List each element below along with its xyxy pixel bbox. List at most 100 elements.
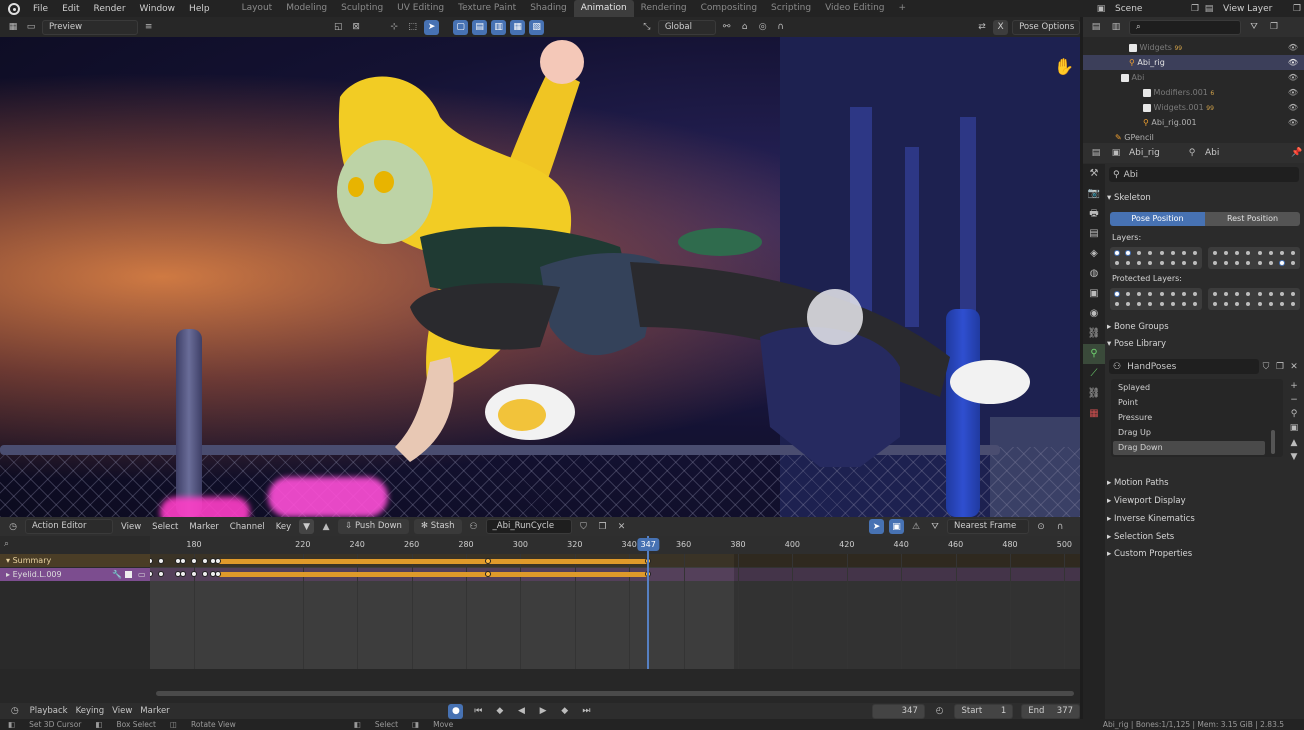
menu-render[interactable]: Render [87,4,133,14]
keyframe[interactable] [484,558,491,564]
workspace-tab[interactable]: Rendering [634,0,694,17]
remove-pose-icon[interactable]: − [1287,393,1301,407]
menu-view[interactable]: View [118,522,144,532]
stash-button[interactable]: ✻ Stash [413,519,462,534]
workspace-tab[interactable]: Scripting [764,0,818,17]
keyframe[interactable] [158,571,165,577]
outliner-row-widgets-001[interactable]: Widgets.001 99 👁 [1083,100,1304,115]
hand-pan-icon[interactable]: ✋ [1054,57,1074,77]
select-invert-icon[interactable]: ▦ [510,19,526,35]
exclude-checkbox[interactable] [1143,88,1151,97]
outliner-row-abi-rig[interactable]: ⚲ Abi_rig 👁 [1083,55,1304,70]
outliner-row-modifiers[interactable]: Modifiers.001 6 👁 [1083,85,1304,100]
menu-select[interactable]: Select [149,522,181,532]
pose-list-scrollbar[interactable] [1271,430,1275,454]
select-tool-icon[interactable]: ⬚ [405,20,420,35]
mirror-x-toggle[interactable]: X [993,19,1009,35]
proportional-icon[interactable]: ⊙ [1034,520,1048,534]
move-down-icon[interactable]: ▼ [1287,450,1301,464]
object-tab-icon[interactable]: ▣ [1083,284,1105,304]
physics-tab-icon[interactable]: ◉ [1083,304,1105,324]
orientation-dropdown[interactable]: Global [657,19,716,35]
outliner-row-abi-rig-001[interactable]: ⚲ Abi_rig.001 👁 [1083,115,1304,130]
clock-icon[interactable]: ◴ [933,704,947,718]
sanitize-icon[interactable]: ▣ [1287,421,1301,435]
pin-icon[interactable]: 📌 [1290,146,1304,160]
snap-mode-dropdown[interactable]: Nearest Frame [947,519,1029,534]
view-layer-name[interactable]: View Layer [1216,4,1290,14]
render-tab-icon[interactable]: 📷 [1083,184,1105,204]
eye-icon[interactable]: 👁 [1288,40,1298,55]
outliner-row-abi[interactable]: Abi 👁 [1083,70,1304,85]
play-reverse-icon[interactable]: ◀ [515,704,529,718]
view-icon[interactable]: ▭ [24,20,38,34]
menu-help[interactable]: Help [182,4,217,14]
constraints-tab-icon[interactable]: ⛓ [1083,324,1105,344]
menu-marker[interactable]: Marker [140,706,169,716]
falloff-icon[interactable]: ∩ [774,20,788,34]
protected-layers-left[interactable] [1110,288,1202,310]
tool-tab-icon[interactable]: ⚒ [1083,164,1105,184]
keyframe[interactable] [158,558,165,564]
mirror-icon[interactable]: ⇄ [975,20,989,34]
new-collection-icon[interactable]: ❐ [1267,20,1281,34]
select-box-icon[interactable]: ▢ [453,19,469,35]
show-hidden-icon[interactable]: ▣ [889,519,904,534]
keyframe[interactable] [191,571,197,577]
editor-type-icon[interactable]: ◷ [6,520,20,534]
filter-icon[interactable]: ⛛ [928,520,942,534]
pose-list-item[interactable]: Splayed [1113,381,1265,395]
link-icon[interactable]: ⚯ [720,20,734,34]
fake-user-icon[interactable]: ⛉ [577,520,591,534]
snap-icon[interactable]: ⌂ [738,20,752,34]
bone-tab-icon[interactable]: ⟋ [1083,364,1105,384]
pose-list-item[interactable]: Point [1113,396,1265,410]
menu-playback[interactable]: Playback [30,706,68,716]
viewport-display-panel-header[interactable]: ▸ Viewport Display [1107,496,1186,506]
select-extend-icon[interactable]: ▤ [472,19,488,35]
blender-logo-icon[interactable] [8,2,20,15]
warning-icon[interactable]: ⚠ [909,520,923,534]
filter-up-icon[interactable]: ▲ [319,520,333,534]
pose-library-panel-header[interactable]: ▾ Pose Library [1107,339,1166,349]
filter-icon[interactable]: ⛛ [1247,20,1261,34]
workspace-tab[interactable]: Compositing [694,0,764,17]
action-name-field[interactable]: _Abi_RunCycle [485,519,572,534]
menu-keying[interactable]: Keying [76,706,105,716]
scene-name[interactable]: Scene [1108,4,1188,14]
menu-key[interactable]: Key [273,522,294,532]
hamburger-menu-icon[interactable]: ≡ [142,20,156,34]
view-layer-tab-icon[interactable]: ▤ [1083,224,1105,244]
jump-start-icon[interactable]: ⏮ [471,704,485,718]
exclude-checkbox[interactable] [1129,43,1137,52]
eye-icon[interactable]: 👁 [1288,100,1298,115]
keyframe[interactable] [201,558,208,564]
menu-window[interactable]: Window [133,4,183,14]
jump-end-icon[interactable]: ⏭ [580,704,594,718]
skeleton-panel-header[interactable]: ▾ Skeleton [1107,193,1151,203]
eye-icon[interactable]: 👁 [1288,70,1298,85]
close-icon[interactable]: ✕ [615,520,629,534]
editor-type-icon[interactable]: ◷ [8,704,22,718]
protected-layers-right[interactable] [1208,288,1300,310]
wrench-icon[interactable]: 🔧 [112,568,122,581]
inverse-kinematics-panel-header[interactable]: ▸ Inverse Kinematics [1107,514,1195,524]
select-intersect-icon[interactable]: ▧ [529,19,545,35]
3d-viewport[interactable]: ✋ [0,37,1080,517]
workspace-tab-animation[interactable]: Animation [573,0,634,17]
outliner-row-widgets[interactable]: Widgets 99 👁 [1083,40,1304,55]
keyframe[interactable] [215,558,222,564]
search-icon[interactable]: ⌕ [4,539,9,549]
copy-icon[interactable]: ❐ [1188,2,1202,16]
workspace-tab[interactable]: UV Editing [390,0,451,17]
move-up-icon[interactable]: ▲ [1287,436,1301,450]
scene-tab-icon[interactable]: ◈ [1083,244,1105,264]
exclude-checkbox[interactable] [1143,103,1151,112]
bone-groups-panel-header[interactable]: ▸ Bone Groups [1107,322,1169,332]
pose-list-item[interactable]: Pressure [1113,411,1265,425]
apply-pose-icon[interactable]: ⚲ [1287,407,1301,421]
output-tab-icon[interactable]: 🖶 [1083,204,1105,224]
bone-constraint-tab-icon[interactable]: ⛓ [1083,384,1105,404]
copy-icon[interactable]: ❐ [1273,360,1287,374]
pose-position-button[interactable]: Pose Position [1110,212,1205,226]
